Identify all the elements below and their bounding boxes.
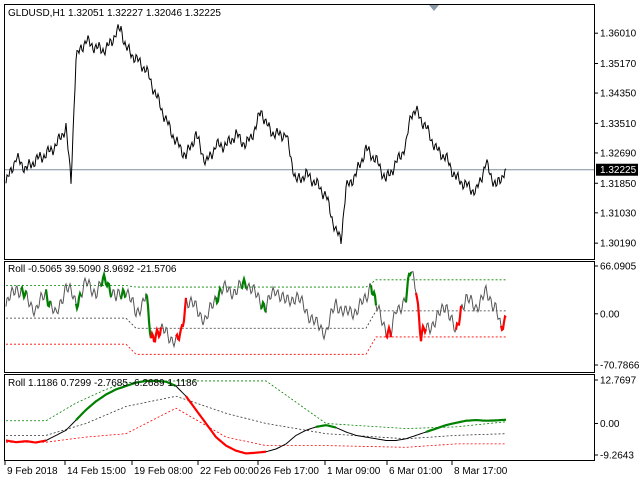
band-lower-line xyxy=(6,336,506,355)
x-tick-label: 9 Feb 2018 xyxy=(7,466,58,477)
y-tick-label: -9.2643 xyxy=(600,451,634,462)
price-pane[interactable]: 1.36010 1.35170 1.34350 1.33510 1.32690 1.318… xyxy=(5,8,638,250)
signal-segment xyxy=(175,297,188,342)
signal-segment xyxy=(214,284,223,306)
signal-segment xyxy=(499,314,507,332)
x-tick-label: 1 Mar 09:00 xyxy=(327,466,381,477)
signal-segment xyxy=(100,270,113,298)
signal-segment xyxy=(315,424,337,429)
y-tick-label: 1.30190 xyxy=(600,239,637,250)
x-tick-label: 14 Feb 15:00 xyxy=(67,466,126,477)
band-middle-line xyxy=(6,395,507,440)
y-tick-label: 1.33510 xyxy=(600,119,637,130)
signal-segment xyxy=(119,286,127,300)
signal-segment xyxy=(454,305,463,330)
signal-segment xyxy=(74,290,83,313)
indicator-1-title: Roll -0.5065 39.5090 8.9692 -21.5706 xyxy=(8,264,177,275)
indicator-2-title: Roll 1.1186 0.7299 -2.7685 -6.2689 1.118… xyxy=(8,378,198,389)
signal-segment xyxy=(149,326,163,343)
x-tick-label: 26 Feb 17:00 xyxy=(260,466,319,477)
signal-segment xyxy=(259,299,267,313)
signal-segment xyxy=(404,271,413,303)
y-tick-label: 12.7697 xyxy=(600,376,637,387)
indicator-line xyxy=(5,271,507,349)
signal-segment xyxy=(425,418,507,434)
signal-segment xyxy=(20,284,28,301)
chart-title: GLDUSD,H1 1.32051 1.32227 1.32046 1.3222… xyxy=(8,8,221,19)
signal-segment xyxy=(385,323,393,340)
signal-segment xyxy=(144,293,153,339)
x-tick-label: 6 Mar 01:00 xyxy=(389,466,443,477)
main-pane-frame xyxy=(4,4,595,260)
y-tick-label: 0.00 xyxy=(600,419,620,430)
y-tick-label: 1.35170 xyxy=(600,59,637,70)
x-tick-label: 22 Feb 00:00 xyxy=(200,466,259,477)
signal-segment xyxy=(369,285,378,306)
trading-chart[interactable]: 1.36010 1.35170 1.34350 1.33510 1.32690 1.318… xyxy=(0,0,640,480)
x-tick-label: 8 Mar 17:00 xyxy=(454,466,508,477)
signal-segment xyxy=(44,289,52,309)
y-tick-label: 66.0905 xyxy=(600,262,637,273)
time-axis: 9 Feb 2018 14 Feb 15:00 19 Feb 08:00 22 Feb… xyxy=(4,461,508,477)
roll-indicator-pane-1[interactable]: 66.0905 0.00 -70.7866 Roll -0.5065 39.5090… xyxy=(5,262,640,372)
y-tick-label: 0.00 xyxy=(600,309,620,320)
y-tick-label: 1.34350 xyxy=(600,89,637,100)
x-tick-label: 19 Feb 08:00 xyxy=(134,466,193,477)
band-middle-line xyxy=(6,310,506,329)
y-tick-label: -70.7866 xyxy=(600,361,640,372)
y-tick-label: 1.36010 xyxy=(600,29,637,40)
current-price-label: 1.32225 xyxy=(600,165,637,176)
y-tick-label: 1.31850 xyxy=(600,179,637,190)
indicator-line xyxy=(5,380,507,454)
y-tick-label: 1.32690 xyxy=(600,148,637,159)
signal-segment xyxy=(185,395,267,455)
scroll-marker-icon[interactable] xyxy=(429,5,439,11)
roll-indicator-pane-2[interactable]: 12.7697 0.00 -9.2643 Roll 1.1186 0.7299 -2… xyxy=(5,376,637,462)
y-tick-label: 1.31030 xyxy=(600,208,637,219)
signal-segment xyxy=(414,292,428,342)
signal-segment xyxy=(5,439,47,444)
price-line xyxy=(5,24,507,244)
band-upper-line xyxy=(6,279,506,288)
